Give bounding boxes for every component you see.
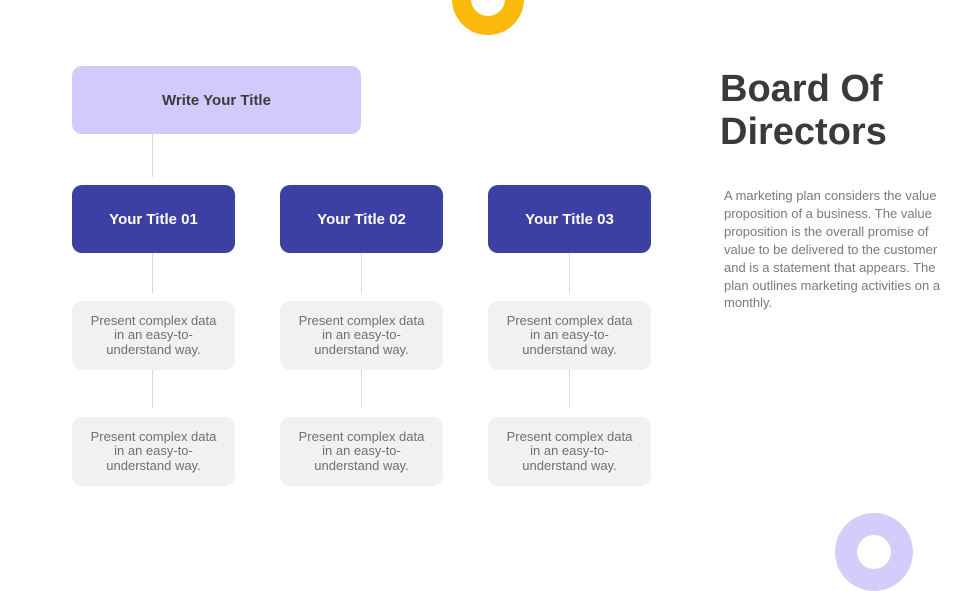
- detail-card-text: Present complex data in an easy-to-under…: [298, 428, 425, 473]
- connector-root-to-col1: [152, 134, 153, 177]
- connector-col2-title-to-card1: [361, 253, 362, 293]
- root-node: Write Your Title: [72, 66, 361, 134]
- detail-card: Present complex data in an easy-to-under…: [280, 301, 443, 370]
- detail-card: Present complex data in an easy-to-under…: [280, 417, 443, 486]
- description-text: A marketing plan considers the value pro…: [724, 188, 941, 311]
- detail-card-text: Present complex data in an easy-to-under…: [90, 312, 217, 357]
- title-node-label: Your Title 01: [109, 210, 198, 228]
- title-node-02: Your Title 02: [280, 185, 443, 253]
- detail-card: Present complex data in an easy-to-under…: [72, 301, 235, 370]
- lavender-ring-decoration: [835, 513, 913, 591]
- page-title: Board Of Directors: [720, 68, 887, 153]
- yellow-ring-decoration: [452, 0, 524, 35]
- title-node-03: Your Title 03: [488, 185, 651, 253]
- detail-card: Present complex data in an easy-to-under…: [488, 301, 651, 370]
- title-node-label: Your Title 03: [525, 210, 614, 228]
- connector-col3-card1-to-card2: [569, 370, 570, 408]
- detail-card-text: Present complex data in an easy-to-under…: [298, 312, 425, 357]
- detail-card: Present complex data in an easy-to-under…: [72, 417, 235, 486]
- root-node-label: Write Your Title: [162, 91, 271, 109]
- connector-col1-title-to-card1: [152, 253, 153, 293]
- detail-card: Present complex data in an easy-to-under…: [488, 417, 651, 486]
- connector-col2-card1-to-card2: [361, 370, 362, 408]
- detail-card-text: Present complex data in an easy-to-under…: [90, 428, 217, 473]
- detail-card-text: Present complex data in an easy-to-under…: [506, 428, 633, 473]
- detail-card-text: Present complex data in an easy-to-under…: [506, 312, 633, 357]
- title-node-01: Your Title 01: [72, 185, 235, 253]
- connector-col3-title-to-card1: [569, 253, 570, 293]
- title-node-label: Your Title 02: [317, 210, 406, 228]
- connector-col1-card1-to-card2: [152, 370, 153, 408]
